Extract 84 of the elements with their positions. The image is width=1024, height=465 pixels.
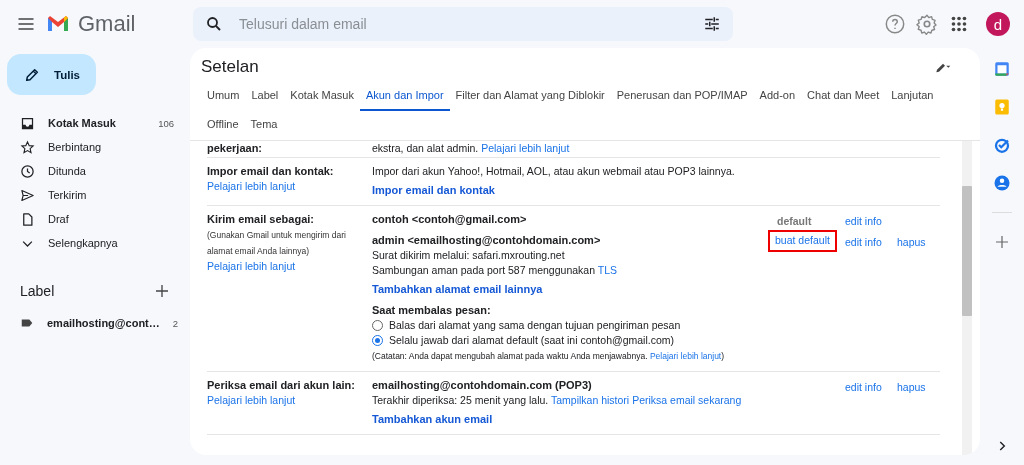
nav-item-label: Selengkapnya <box>48 237 118 249</box>
settings-tab[interactable]: Akun dan Impor <box>359 82 450 111</box>
account-action-link[interactable]: buat default <box>768 230 837 252</box>
page-title: Setelan <box>201 57 259 77</box>
checkmark-circle-icon[interactable] <box>993 136 1011 154</box>
nav-item[interactable]: Berbintang <box>0 135 190 159</box>
settings-icon[interactable] <box>916 13 938 35</box>
plus-icon[interactable] <box>993 233 1011 251</box>
account-action-link[interactable]: edit info <box>840 378 887 397</box>
search-field[interactable]: Telusuri dalam email <box>193 7 733 41</box>
description-text: Impor dari akun Yahoo!, Hotmail, AOL, atau akun webmail atau POP3 lainnya. <box>372 164 736 179</box>
filter-sliders-icon[interactable] <box>703 15 721 33</box>
default-status: default <box>776 214 813 229</box>
learn-more-link[interactable]: Pelajari lebih lanjut <box>207 260 296 272</box>
setting-title: Kirim email sebagai: <box>207 212 315 227</box>
radio-label: Balas dari alamat yang sama dengan tujuan pengiriman pesan <box>389 318 681 333</box>
setting-title: Impor email dan kontak: <box>207 164 335 179</box>
search-input[interactable]: Telusuri dalam email <box>237 15 689 33</box>
search-icon <box>205 15 223 33</box>
avatar[interactable]: d <box>986 12 1010 36</box>
reply-heading: Saat membalas pesan: <box>372 303 492 318</box>
settings-tab[interactable]: Umum <box>201 82 246 111</box>
document-icon <box>20 211 35 227</box>
label-item[interactable]: emailhosting@cont… 2 <box>0 311 190 335</box>
person-icon[interactable] <box>993 174 1011 192</box>
settings-tab[interactable]: Tema <box>244 111 284 140</box>
help-icon[interactable] <box>884 13 906 35</box>
email-address: admin <emailhosting@contohdomain.com> <box>372 233 601 248</box>
settings-tab[interactable]: Chat dan Meet <box>801 82 886 111</box>
compose-button[interactable]: Tulis <box>7 54 96 95</box>
setting-title: Periksa email dari akun lain: <box>207 378 356 393</box>
text-link[interactable]: Tampilkan histori <box>551 394 630 406</box>
note-text: (Catatan: Anda dapat mengubah alamat pada waktu Anda menjawabnya. Pelajari lebih lanjut) <box>372 350 726 363</box>
setting-title: pekerjaan: <box>207 141 264 156</box>
nav-item[interactable]: Terkirim <box>0 183 190 207</box>
labels-heading: Label <box>20 283 55 299</box>
action-link[interactable]: Impor email dan kontak <box>372 183 495 198</box>
send-icon <box>20 187 35 203</box>
email-address: emailhosting@contohdomain.com (POP3) <box>372 378 592 393</box>
email-address: contoh <contoh@gmail.com> <box>372 212 527 227</box>
action-link[interactable]: Tambahkan alamat email lainnya <box>372 282 543 297</box>
plus-icon[interactable] <box>154 283 170 299</box>
nav-item-label: Ditunda <box>48 165 86 177</box>
nav-item[interactable]: Selengkapnya <box>0 231 190 255</box>
settings-tab[interactable]: Kotak Masuk <box>284 82 360 111</box>
nav-item[interactable]: Ditunda <box>0 159 190 183</box>
star-icon <box>20 139 35 155</box>
settings-tab[interactable]: Offline <box>201 111 245 140</box>
settings-tab[interactable]: Penerusan dan POP/IMAP <box>610 82 754 111</box>
nav-item-label: Berbintang <box>48 141 102 153</box>
settings-tab[interactable]: Add-on <box>753 82 802 111</box>
account-action-link[interactable]: edit info <box>840 233 887 252</box>
nav-item[interactable]: Draf <box>0 207 190 231</box>
text-link[interactable]: TLS <box>597 264 617 276</box>
description-text: ekstra, dan alat admin. Pelajari lebih lanjut <box>372 141 571 156</box>
text-link[interactable]: Pelajari lebih lanjut <box>481 142 570 154</box>
nav-item-label: Kotak Masuk <box>48 117 116 129</box>
learn-more-link[interactable]: Pelajari lebih lanjut <box>207 180 296 192</box>
clock-icon <box>20 163 35 179</box>
radio-label: Selalu jawab dari alamat default (saat ini contoh@gmail.com) <box>389 333 674 348</box>
account-detail: Terakhir diperiksa: 25 menit yang lalu. Tampilkan histori Periksa email sekarang <box>372 393 743 408</box>
account-action-link[interactable]: hapus <box>892 233 931 252</box>
inbox-icon <box>20 115 35 131</box>
settings-tab[interactable]: Lanjutan <box>885 82 940 111</box>
nav-item-label: Draf <box>48 213 69 225</box>
settings-tab[interactable]: Filter dan Alamat yang Diblokir <box>449 82 611 111</box>
learn-more-link[interactable]: Pelajari lebih lanjut <box>207 394 296 406</box>
calendar-icon[interactable] <box>993 60 1011 78</box>
settings-tab[interactable]: Label <box>245 82 285 111</box>
account-detail: Sambungan aman pada port 587 menggunakan TLS <box>372 263 618 278</box>
account-detail: Surat dikirim melalui: safari.mxrouting.net <box>372 248 566 263</box>
app-name: Gmail <box>78 11 136 37</box>
unread-count: 106 <box>158 117 174 129</box>
label-name: emailhosting@cont… <box>47 317 160 329</box>
action-link[interactable]: Tambahkan akun email <box>372 412 493 427</box>
setting-note: (Gunakan Gmail untuk mengirim dari alamat email Anda lainnya) <box>207 229 347 258</box>
scrollbar-thumb[interactable] <box>962 186 972 316</box>
text-link[interactable]: Periksa email sekarang <box>632 394 742 406</box>
nav-item-label: Terkirim <box>48 189 87 201</box>
nav-item[interactable]: Kotak Masuk 106 <box>0 111 190 135</box>
unread-count: 2 <box>172 317 179 329</box>
account-action-link[interactable]: hapus <box>892 378 931 397</box>
account-action-link[interactable]: edit info <box>840 212 887 231</box>
pencil-icon <box>24 66 40 83</box>
